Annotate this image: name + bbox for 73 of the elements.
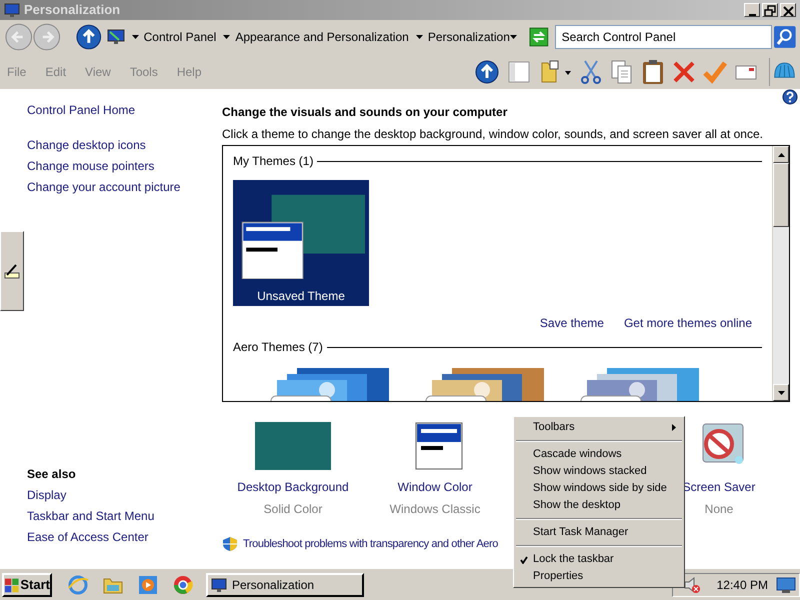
scrollbar[interactable] (772, 146, 789, 401)
help-icon[interactable] (782, 89, 798, 105)
copy-icon[interactable] (610, 58, 634, 84)
desktop-icon[interactable] (776, 576, 796, 594)
refresh-button[interactable] (528, 27, 549, 47)
see-also-link[interactable]: Display (27, 485, 222, 506)
shield-icon (222, 536, 238, 552)
theme-link[interactable]: Save theme (540, 314, 604, 332)
menu-item[interactable]: Lock the taskbar (514, 551, 684, 568)
side-tab[interactable] (0, 231, 24, 311)
menu-item[interactable]: Show windows stacked (514, 463, 684, 480)
dropdown-arrow-icon[interactable] (223, 35, 230, 39)
see-also-link[interactable]: Ease of Access Center (27, 527, 222, 548)
sidebar-link[interactable]: Change your account picture (27, 177, 222, 198)
search-button[interactable] (774, 26, 796, 48)
close-button[interactable] (781, 4, 795, 16)
color-swatch-icon[interactable] (255, 422, 331, 470)
setting-link[interactable]: Window Color (398, 478, 472, 496)
group-heading: My Themes (1) (233, 153, 314, 170)
breadcrumb[interactable]: Personalization (428, 28, 510, 46)
clock: 12:40 PM (716, 576, 768, 594)
menu-item[interactable]: Properties (514, 568, 684, 585)
group-heading: Aero Themes (7) (233, 339, 323, 356)
breadcrumb[interactable]: Control Panel (144, 28, 216, 46)
sidebar-link[interactable]: Control Panel Home (27, 100, 222, 121)
dropdown-arrow-icon[interactable] (416, 35, 423, 39)
description-text: Click a theme to change the desktop background, window color, sounds, and screen saver all at once. (222, 127, 764, 141)
troubleshoot-link[interactable]: Troubleshoot problems with transparency and other Aero (243, 536, 498, 552)
page-heading: Change the visuals and sounds on your computer (222, 105, 508, 119)
scroll-down-icon[interactable] (778, 390, 784, 394)
shell-icon[interactable] (769, 58, 797, 86)
scrollbar-thumb[interactable] (773, 163, 789, 227)
monitor-icon (211, 576, 227, 592)
setting-value: None (704, 501, 734, 518)
setting-value: Windows Classic (390, 501, 480, 518)
sidebar-link[interactable]: Change mouse pointers (27, 156, 222, 177)
breadcrumb[interactable]: Appearance and Personalization (235, 28, 409, 46)
theme-tile[interactable]: Unsaved Theme (233, 180, 369, 306)
up-button[interactable] (75, 23, 103, 51)
see-also-link[interactable]: Taskbar and Start Menu (27, 506, 222, 527)
search-field[interactable]: Search Control Panel (554, 25, 772, 49)
window-title: Personalization (24, 1, 120, 20)
chrome-icon[interactable] (172, 574, 194, 596)
scissors-icon[interactable] (579, 58, 603, 84)
clipboard-icon[interactable] (641, 58, 665, 84)
monitor-icon (106, 28, 125, 46)
submenu-arrow-icon (672, 424, 676, 431)
restore-button[interactable] (763, 4, 777, 16)
section-heading: See also (27, 466, 77, 483)
dropdown-arrow-icon[interactable] (132, 35, 139, 39)
menu-item[interactable]: Start Task Manager (514, 524, 684, 541)
sidebar-link[interactable]: Change desktop icons (27, 135, 222, 156)
theme-link[interactable]: Get more themes online (624, 314, 752, 332)
taskbar-button[interactable]: Personalization (206, 572, 364, 596)
setting-link[interactable]: Desktop Background (237, 478, 349, 496)
setting-value: Solid Color (264, 501, 322, 518)
flag-icon (4, 576, 20, 594)
monitor-icon (4, 2, 20, 18)
checkmark-icon[interactable] (703, 58, 727, 84)
menu-item[interactable]: Cascade windows (514, 446, 684, 463)
menu-item[interactable]: Show windows side by side (514, 480, 684, 497)
panel-icon[interactable] (507, 60, 531, 84)
play-icon[interactable] (137, 574, 159, 596)
dropdown-arrow-icon[interactable] (510, 35, 517, 39)
scroll-up-icon[interactable] (778, 152, 784, 156)
forward-button[interactable] (32, 22, 62, 52)
delete-icon[interactable] (672, 58, 696, 84)
theme-name: Unsaved Theme (257, 288, 345, 305)
back-button[interactable] (4, 22, 34, 52)
menu-item[interactable]: Show the desktop (514, 497, 684, 514)
pen-icon (4, 263, 20, 279)
menu-item[interactable]: Toolbars (514, 419, 684, 436)
start-button[interactable]: Start (2, 572, 52, 596)
